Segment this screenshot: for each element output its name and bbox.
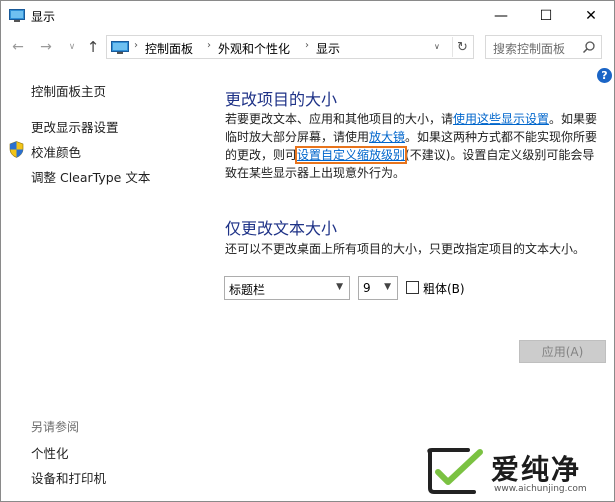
title-bar: 显示 — ☐ ✕: [1, 1, 614, 31]
breadcrumb-separator: ›: [207, 40, 211, 51]
section-heading-text-size: 仅更改文本大小: [225, 219, 338, 238]
see-also-personalization-link[interactable]: 个性化: [31, 443, 69, 462]
control-panel-icon: [111, 41, 129, 54]
see-also-heading: 另请参阅: [31, 420, 80, 434]
description-text: 若要更改文本、应用和其他项目的大小，请: [225, 112, 454, 126]
help-icon[interactable]: ?: [597, 68, 612, 83]
navigation-bar: ← → ∨ ↑ › 控制面板 › 外观和个性化 › 显示 ∨ ↻ 搜索控制面板: [1, 32, 614, 62]
breadcrumb-control-panel[interactable]: 控制面板: [145, 40, 193, 57]
apply-button[interactable]: 应用(A): [519, 340, 606, 363]
description-text: 。如果这两种方式都不能实现你所要: [405, 130, 598, 144]
breadcrumb-separator: ›: [134, 40, 138, 51]
sidebar-item-calibrate-color[interactable]: 校准颜色: [31, 142, 81, 161]
description-line-4: 致在某些显示器上出现意外行为。: [225, 166, 406, 180]
sidebar-item-change-display-settings[interactable]: 更改显示器设置: [31, 117, 119, 136]
description-text: 临时放大部分屏幕，请使用: [225, 130, 370, 144]
address-dropdown-chevron-icon[interactable]: ∨: [434, 42, 440, 51]
watermark: 爱纯净 www.aichunjing.com: [424, 446, 614, 498]
sidebar: 控制面板主页 更改显示器设置 校准颜色 调整 ClearType 文本 另请参阅…: [1, 63, 206, 501]
sidebar-item-cleartype[interactable]: 调整 ClearType 文本: [31, 167, 150, 186]
display-icon: [9, 9, 25, 22]
description-text: (不建议)。设置自定义级别可能会导: [405, 148, 595, 162]
description-line-2: 临时放大部分屏幕，请使用放大镜。如果这两种方式都不能实现你所要: [225, 128, 597, 146]
search-icon[interactable]: [582, 40, 596, 54]
forward-arrow-icon[interactable]: →: [37, 38, 55, 56]
bold-checkbox-label[interactable]: 粗体(B): [423, 280, 465, 297]
custom-scaling-link[interactable]: 设置自定义缩放级别: [295, 146, 408, 164]
description-line-1: 若要更改文本、应用和其他项目的大小，请使用这些显示设置。如果要: [225, 110, 597, 128]
up-arrow-icon[interactable]: ↑: [84, 38, 102, 56]
maximize-button[interactable]: ☐: [523, 1, 569, 31]
watermark-text: 爱纯净: [491, 453, 582, 486]
bold-checkbox[interactable]: [406, 281, 419, 294]
sidebar-item-control-panel-home[interactable]: 控制面板主页: [31, 81, 106, 100]
window: 显示 — ☐ ✕ ← → ∨ ↑ › 控制面板 › 外观和个性化 › 显示 ∨ …: [0, 0, 615, 502]
breadcrumb-display[interactable]: 显示: [316, 40, 340, 57]
refresh-icon[interactable]: ↻: [452, 37, 472, 57]
description-text: 的更改，则可: [225, 148, 298, 162]
magnifier-link[interactable]: 放大镜: [369, 130, 405, 144]
minimize-button[interactable]: —: [478, 1, 524, 31]
recent-locations-chevron-icon[interactable]: ∨: [63, 38, 81, 56]
watermark-url: www.aichunjing.com: [494, 484, 587, 494]
chevron-down-icon: ▼: [336, 282, 343, 292]
font-size-select[interactable]: 9 ▼: [358, 276, 398, 300]
search-input[interactable]: 搜索控制面板: [493, 40, 565, 57]
text-size-description: 还可以不更改桌面上所有项目的大小，只更改指定项目的文本大小。: [225, 242, 586, 256]
chevron-down-icon: ▼: [384, 282, 391, 292]
back-arrow-icon[interactable]: ←: [9, 38, 27, 56]
font-size-select-value: 9: [363, 281, 371, 295]
address-bar[interactable]: › 控制面板 › 外观和个性化 › 显示 ∨ ↻: [106, 35, 474, 59]
breadcrumb-appearance[interactable]: 外观和个性化: [218, 40, 290, 57]
item-select[interactable]: 标题栏 ▼: [224, 276, 350, 300]
section-heading-change-size: 更改项目的大小: [225, 90, 338, 109]
window-title: 显示: [31, 10, 56, 24]
see-also-devices-printers-link[interactable]: 设备和打印机: [31, 468, 106, 487]
display-settings-link[interactable]: 使用这些显示设置: [453, 112, 549, 126]
item-select-value: 标题栏: [229, 283, 266, 297]
shield-icon: [9, 141, 24, 158]
search-box[interactable]: 搜索控制面板: [485, 35, 602, 59]
watermark-logo-icon: [427, 448, 483, 494]
description-line-3: 的更改，则可设置自定义缩放级别(不建议)。设置自定义级别可能会导: [225, 146, 594, 164]
description-text: 。如果要: [549, 112, 598, 126]
close-button[interactable]: ✕: [568, 1, 614, 31]
breadcrumb-separator: ›: [305, 40, 309, 51]
